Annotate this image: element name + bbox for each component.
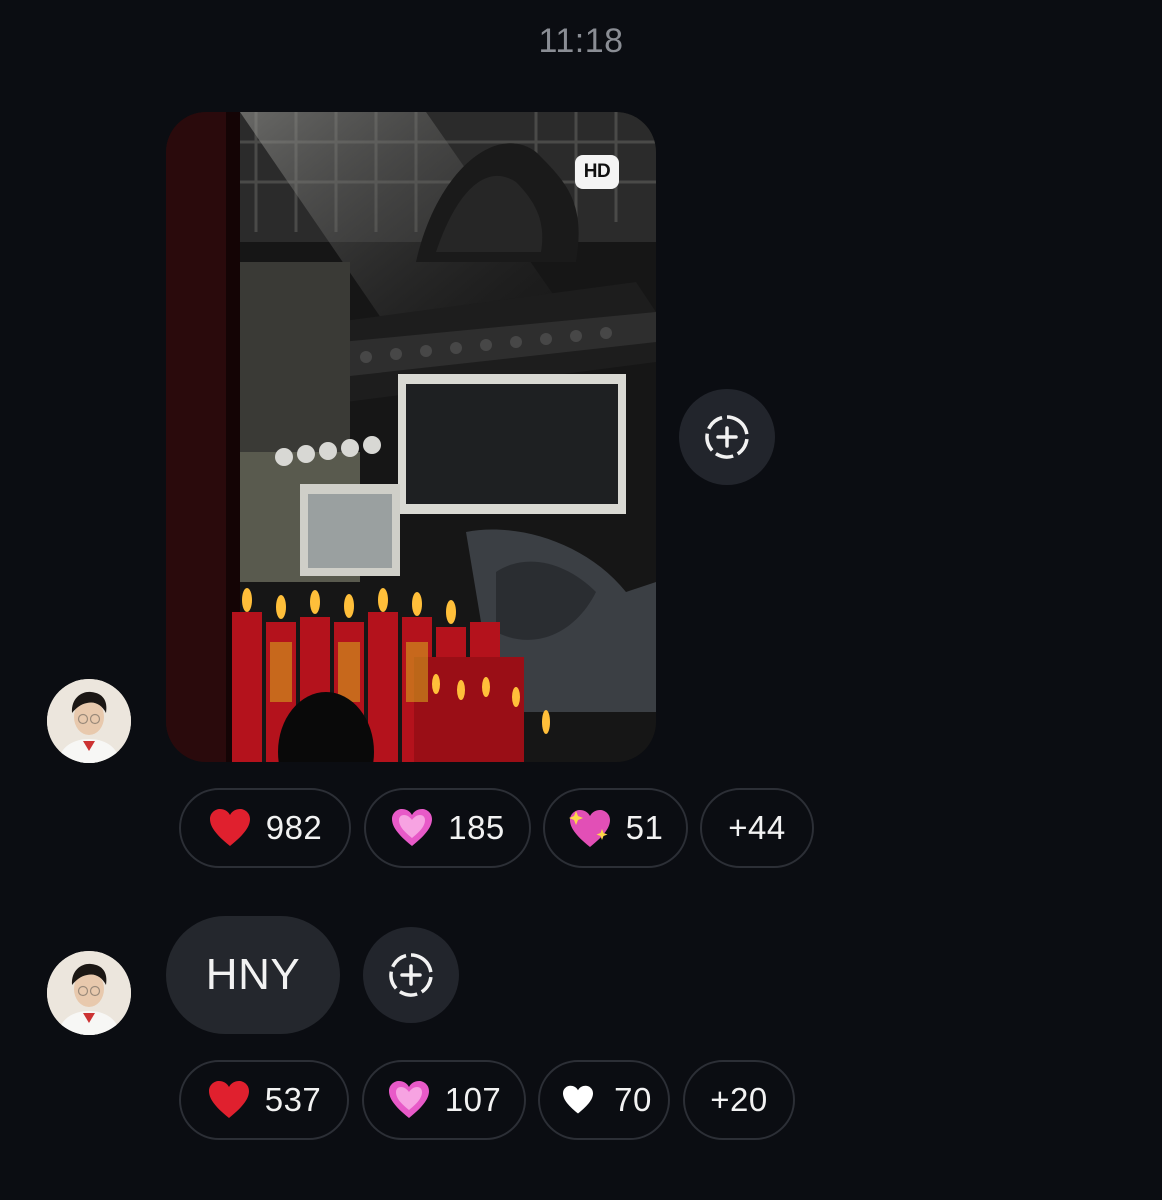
photo-message[interactable]: [166, 112, 656, 762]
text-message-bubble[interactable]: HNY: [166, 916, 340, 1034]
reaction-count: 982: [265, 809, 323, 846]
reaction-white-heart[interactable]: 70: [538, 1060, 670, 1140]
reaction-count: 107: [444, 1081, 502, 1118]
pink-heart-icon: [390, 806, 434, 850]
more-reactions-button[interactable]: +20: [683, 1060, 795, 1140]
sender-avatar[interactable]: [47, 679, 131, 763]
message-text: HNY: [205, 950, 301, 999]
reaction-count: 185: [448, 809, 505, 846]
more-reactions-button[interactable]: +44: [700, 788, 814, 868]
reaction-sparkling-heart[interactable]: 51: [543, 788, 688, 868]
reaction-pink-heart[interactable]: 107: [362, 1060, 526, 1140]
reaction-count: 70: [614, 1081, 652, 1118]
add-reaction-button[interactable]: [363, 927, 459, 1023]
more-reactions-count: +20: [710, 1081, 768, 1118]
profile-avatar: [47, 951, 131, 1035]
profile-avatar: [47, 679, 131, 763]
reaction-pink-heart[interactable]: 185: [364, 788, 531, 868]
sender-avatar[interactable]: [47, 951, 131, 1035]
message-timestamp: 11:18: [538, 22, 624, 60]
hd-badge: HD: [575, 155, 619, 189]
reaction-count: 537: [264, 1081, 322, 1118]
white-heart-icon: [556, 1078, 600, 1122]
add-reaction-icon: [705, 415, 749, 459]
add-reaction-button[interactable]: [679, 389, 775, 485]
reaction-red-heart[interactable]: 982: [179, 788, 351, 868]
red-heart-icon: [207, 1078, 251, 1122]
more-reactions-count: +44: [728, 809, 786, 846]
sparkling-heart-icon: [568, 806, 612, 850]
reaction-count: 51: [625, 809, 664, 846]
red-heart-icon: [208, 806, 252, 850]
reaction-red-heart[interactable]: 537: [179, 1060, 349, 1140]
pink-heart-icon: [387, 1078, 431, 1122]
add-reaction-icon: [389, 953, 433, 997]
